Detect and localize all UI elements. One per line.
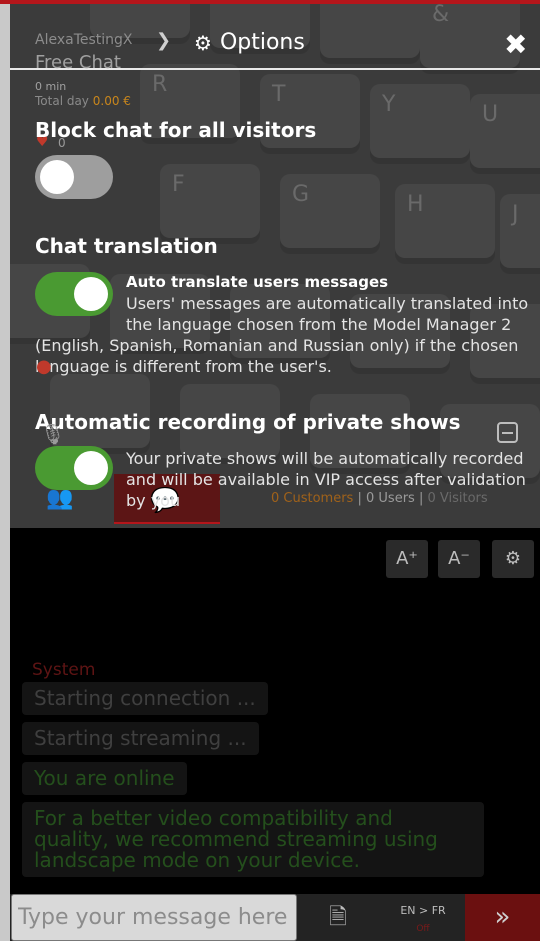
session-time: 0 min — [35, 80, 67, 93]
viewer-counts: 0 Customers | 0 Users | 0 Visitors — [271, 491, 488, 506]
chat-message: Starting connection ... — [22, 682, 268, 715]
language-translation-state: Off — [416, 924, 430, 934]
message-input[interactable] — [11, 894, 297, 941]
microphone-icon: 🎙 — [40, 422, 66, 446]
translation-desc-line: language is different from the user's. — [35, 357, 332, 376]
count-separator: | — [357, 491, 362, 506]
total-day-amount: 0.00 € — [92, 94, 131, 108]
block-chat-title: Block chat for all visitors — [35, 118, 317, 142]
font-increase-button[interactable]: A⁺ — [386, 540, 428, 578]
options-title-label: Options — [219, 30, 305, 55]
double-chevron-right-icon: » — [494, 902, 511, 932]
translation-desc-line: (English, Spanish, Romanian and Russian … — [35, 336, 519, 355]
chat-message: For a better video compatibility and qua… — [22, 802, 484, 877]
options-title: ⚙ Options — [194, 30, 305, 55]
recording-desc-line: and will be available in VIP access afte… — [126, 470, 526, 489]
language-pair[interactable]: EN > FR — [395, 904, 451, 917]
users-icon: 👥 — [46, 486, 74, 511]
total-day-label: Total day — [35, 94, 89, 108]
users-count: 0 Users — [366, 491, 415, 506]
left-edge-strip — [0, 0, 10, 941]
count-separator: | — [418, 491, 424, 506]
chat-translation-toggle[interactable] — [35, 272, 113, 316]
auto-translate-heading: Auto translate users messages — [126, 273, 389, 291]
font-decrease-button[interactable]: A⁻ — [438, 540, 480, 578]
recording-toggle[interactable] — [35, 446, 113, 490]
block-chat-toggle[interactable] — [35, 155, 113, 199]
close-icon[interactable]: ✖ — [504, 28, 527, 61]
chat-settings-gear-icon[interactable]: ⚙ — [492, 540, 534, 578]
chat-message: Starting streaming ... — [22, 722, 259, 755]
visitors-count: 0 Visitors — [427, 491, 488, 506]
gears-icon: ⚙ — [194, 30, 212, 55]
collapse-icon[interactable] — [497, 422, 518, 443]
translation-desc-line: the language chosen from the Model Manag… — [126, 315, 512, 334]
recording-desc-line: by you — [126, 491, 181, 510]
toggle-knob — [40, 160, 74, 194]
customers-count: 0 Customers — [271, 491, 354, 506]
toggle-knob — [74, 277, 108, 311]
chat-message: You are online — [22, 762, 187, 795]
system-label: System — [32, 660, 96, 680]
camera-off-icon: ● — [36, 356, 52, 377]
send-button[interactable]: » — [465, 894, 540, 941]
chat-translation-title: Chat translation — [35, 234, 218, 258]
chevron-down-icon[interactable]: ❯ — [156, 30, 171, 51]
total-day: Total day 0.00 € — [35, 94, 131, 108]
toggle-knob — [74, 451, 108, 485]
username: AlexaTestingX — [35, 32, 133, 48]
recording-desc-line: Your private shows will be automatically… — [126, 449, 524, 468]
recording-title: Automatic recording of private shows — [35, 410, 461, 434]
chat-type-label: Free Chat — [35, 52, 121, 73]
document-icon[interactable]: 🗎 — [320, 900, 356, 936]
translation-desc-line: Users' messages are automatically transl… — [126, 294, 529, 313]
